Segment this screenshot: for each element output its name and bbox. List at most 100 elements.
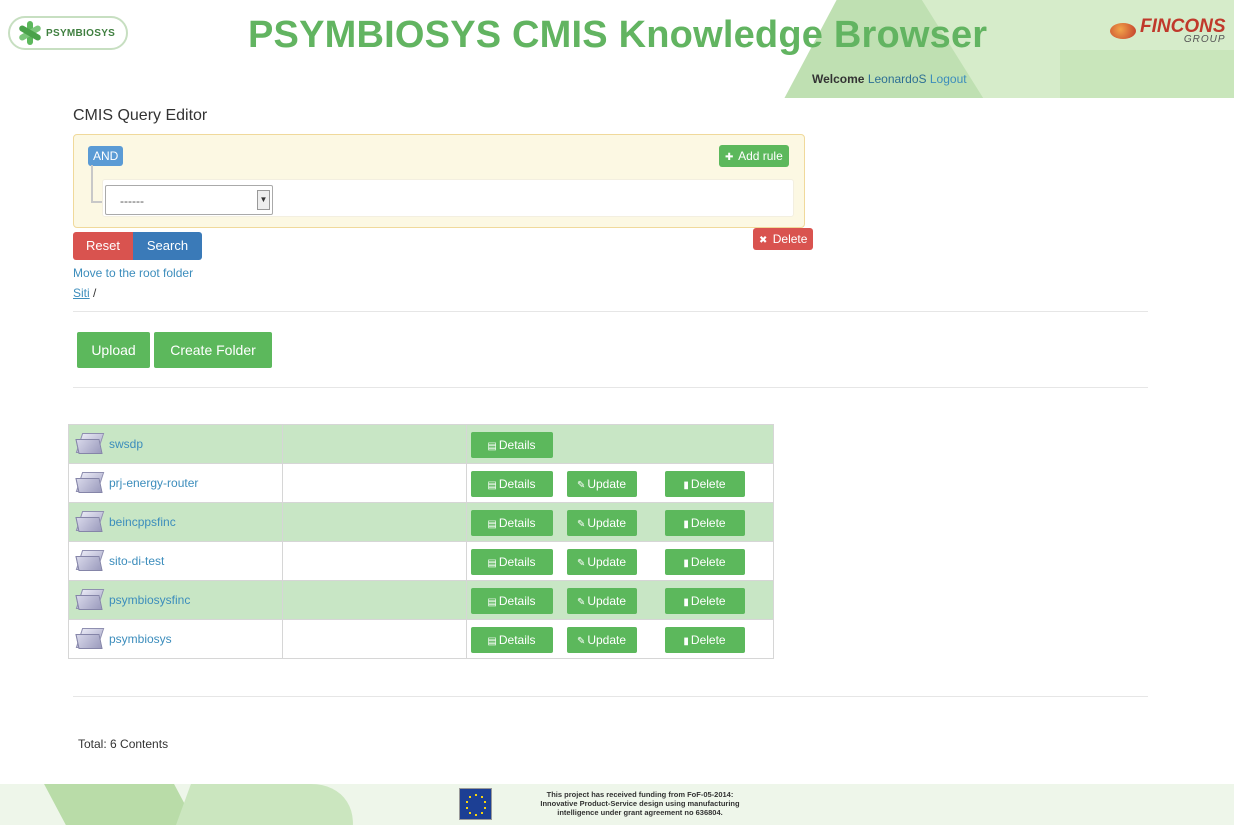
details-label: Details [498, 477, 536, 491]
details-button[interactable]: ▤ Details [470, 627, 553, 653]
pencil-icon: ✎ [576, 558, 586, 569]
update-label: Update [587, 555, 627, 569]
page-footer: This project has received funding from F… [0, 784, 1234, 825]
page-title: PSYMBIOSYS CMIS Knowledge Browser [248, 14, 988, 56]
trash-icon: ▮ [683, 636, 689, 647]
details-label: Details [498, 633, 536, 647]
update-button[interactable]: ✎ Update [566, 588, 637, 614]
app-header: PSYMBIOSYS PSYMBIOSYS CMIS Knowledge Bro… [0, 0, 1234, 98]
logout-link[interactable]: Logout [930, 72, 967, 86]
folder-name-link[interactable]: swsdp [109, 437, 143, 451]
move-to-root-link[interactable]: Move to the root folder [73, 266, 193, 280]
details-button[interactable]: ▤ Details [470, 549, 553, 575]
update-button[interactable]: ✎ Update [566, 549, 637, 575]
details-label: Details [498, 594, 536, 608]
divider [73, 311, 1148, 312]
delete-button[interactable]: ▮ Delete [664, 549, 745, 575]
fincons-logo: FINCONS GROUP [1110, 16, 1226, 46]
delete-button[interactable]: ▮ Delete [664, 588, 745, 614]
folder-name-link[interactable]: beincppsfinc [109, 515, 176, 529]
pencil-icon: ✎ [576, 480, 586, 491]
folder-icon [75, 589, 105, 611]
funding-line: Innovative Product-Service design using … [540, 799, 740, 808]
create-folder-button[interactable]: Create Folder [154, 332, 272, 368]
table-row: swsdp ▤ Details [68, 424, 774, 464]
fincons-logo-group: GROUP [1183, 34, 1226, 46]
update-button[interactable]: ✎ Update [566, 627, 637, 653]
divider [73, 696, 1148, 697]
condition-and-button[interactable]: AND [88, 146, 124, 166]
folder-name-link[interactable]: psymbiosys [109, 632, 172, 646]
update-button[interactable]: ✎ Update [566, 471, 637, 497]
update-label: Update [587, 633, 627, 647]
footer-decoration [169, 784, 371, 825]
delete-rule-button[interactable]: ✖ Delete [753, 228, 814, 250]
delete-label: Delete [690, 555, 726, 569]
welcome-label: Welcome [812, 72, 865, 86]
list-icon: ▤ [487, 519, 497, 530]
delete-rule-label: Delete [772, 232, 808, 246]
funding-line: intelligence under grant agreement no 63… [557, 808, 723, 817]
delete-button[interactable]: ▮ Delete [664, 627, 745, 653]
search-button[interactable]: Search [133, 232, 202, 260]
total-label: Total: [78, 737, 107, 751]
add-rule-label: Add rule [738, 149, 783, 163]
psymbiosys-logo[interactable]: PSYMBIOSYS [8, 16, 128, 50]
details-label: Details [498, 516, 536, 530]
folder-name-link[interactable]: psymbiosysfinc [109, 593, 190, 607]
delete-label: Delete [690, 477, 726, 491]
folder-icon [75, 511, 105, 533]
delete-button[interactable]: ▮ Delete [664, 510, 745, 536]
total-value: 6 Contents [110, 737, 169, 751]
details-button[interactable]: ▤ Details [470, 432, 553, 458]
plus-icon: ✚ [725, 152, 734, 163]
folder-icon [75, 433, 105, 455]
trash-icon: ▮ [683, 558, 689, 569]
folder-table: swsdp ▤ Details prj-energy-router ▤ Detail… [68, 424, 774, 659]
delete-label: Delete [690, 633, 726, 647]
chevron-down-icon: ▼ [257, 190, 270, 210]
pencil-icon: ✎ [576, 636, 586, 647]
update-label: Update [587, 477, 627, 491]
query-rule-row: ------ ▼ ✖ Delete [102, 179, 814, 250]
rule-field-value: ------ [120, 194, 144, 208]
folder-icon [75, 472, 105, 494]
folder-name-link[interactable]: sito-di-test [109, 554, 164, 568]
close-icon: ✖ [759, 235, 768, 246]
details-button[interactable]: ▤ Details [470, 510, 553, 536]
folder-empty-cell [281, 502, 467, 542]
rule-field-select[interactable]: ------ ▼ [105, 185, 273, 215]
folder-name-link[interactable]: prj-energy-router [109, 476, 198, 490]
breadcrumb-item-siti[interactable]: Siti [73, 286, 90, 300]
user-name: LeonardoS [867, 72, 927, 86]
folder-empty-cell [281, 424, 467, 464]
header-decoration [1060, 50, 1234, 98]
list-icon: ▤ [487, 480, 497, 491]
welcome-bar: Welcome LeonardoS Logout [812, 72, 967, 86]
table-row: sito-di-test ▤ Details ✎ Update ▮ Delete [68, 541, 774, 581]
table-row: psymbiosys ▤ Details ✎ Update ▮ Delete [68, 619, 774, 659]
trash-icon: ▮ [683, 480, 689, 491]
breadcrumb-separator: / [93, 286, 97, 300]
folder-empty-cell [281, 619, 467, 659]
details-button[interactable]: ▤ Details [470, 471, 553, 497]
fincons-logo-name: FINCONS [1140, 16, 1226, 37]
pencil-icon: ✎ [576, 519, 586, 530]
table-row: beincppsfinc ▤ Details ✎ Update ▮ Delete [68, 502, 774, 542]
list-icon: ▤ [487, 597, 497, 608]
update-button[interactable]: ✎ Update [566, 510, 637, 536]
reset-button[interactable]: Reset [73, 232, 133, 260]
folder-icon [75, 628, 105, 650]
psymbiosys-logo-icon [18, 21, 42, 45]
delete-button[interactable]: ▮ Delete [664, 471, 745, 497]
add-rule-button[interactable]: ✚ Add rule [719, 145, 789, 167]
list-icon: ▤ [487, 636, 497, 647]
details-label: Details [498, 555, 536, 569]
folder-empty-cell [281, 541, 467, 581]
update-label: Update [587, 594, 627, 608]
details-button[interactable]: ▤ Details [470, 588, 553, 614]
trash-icon: ▮ [683, 597, 689, 608]
upload-button[interactable]: Upload [77, 332, 150, 368]
details-label: Details [498, 438, 536, 452]
table-row: prj-energy-router ▤ Details ✎ Update ▮ Dele… [68, 463, 774, 503]
